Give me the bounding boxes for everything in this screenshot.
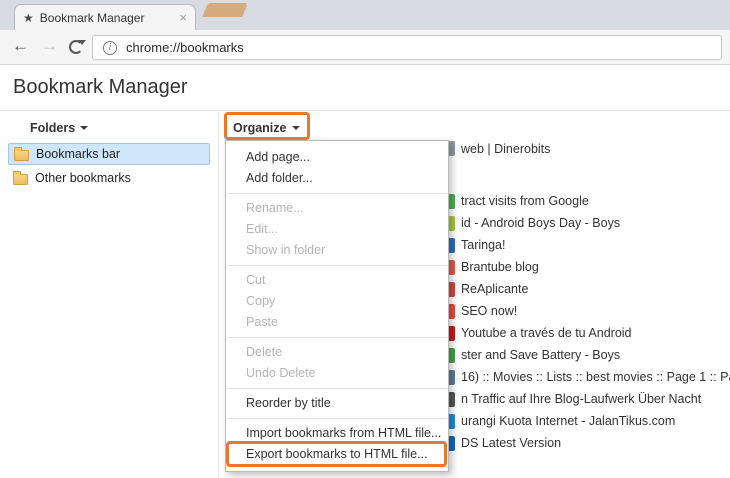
browser-window: ★ Bookmark Manager × ← → i chrome://book… <box>0 0 730 478</box>
tab-close-icon[interactable]: × <box>179 11 187 24</box>
refresh-button[interactable] <box>69 40 83 54</box>
menu-item-import-bookmarks[interactable]: Import bookmarks from HTML file... <box>226 423 448 444</box>
menu-separator <box>227 337 447 338</box>
sidebar-item-other-bookmarks[interactable]: Other bookmarks <box>8 167 210 189</box>
menu-item-delete: Delete <box>226 342 448 363</box>
bookmark-item[interactable]: Youtube a través de tu Android <box>440 322 730 344</box>
bookmark-item[interactable]: Brantube blog <box>440 256 730 278</box>
bookmark-list: tract visits from Google id - Android Bo… <box>440 190 730 454</box>
sidebar-item-bookmarks-bar[interactable]: Bookmarks bar <box>8 143 210 165</box>
bookmark-item[interactable]: ReAplicante <box>440 278 730 300</box>
menu-separator <box>227 388 447 389</box>
menu-item-rename: Rename... <box>226 198 448 219</box>
tab-stub <box>202 3 248 17</box>
bookmark-title: tract visits from Google <box>461 194 589 208</box>
menu-item-paste: Paste <box>226 312 448 333</box>
menu-item-show-in-folder: Show in folder <box>226 240 448 261</box>
bookmark-title: Brantube blog <box>461 260 539 274</box>
bookmark-title: SEO now! <box>461 304 517 318</box>
menu-item-add-page[interactable]: Add page... <box>226 147 448 168</box>
bookmark-title: id - Android Boys Day - Boys <box>461 216 620 230</box>
page-title: Bookmark Manager <box>13 76 188 99</box>
back-button[interactable]: ← <box>12 36 29 56</box>
tab-title: Bookmark Manager <box>40 11 174 25</box>
chevron-down-icon <box>292 126 300 130</box>
menu-item-export-bookmarks[interactable]: Export bookmarks to HTML file... <box>226 444 448 465</box>
chevron-down-icon <box>80 126 88 130</box>
menu-item-reorder-by-title[interactable]: Reorder by title <box>226 393 448 414</box>
organize-menu: Add page... Add folder... Rename... Edit… <box>225 140 449 472</box>
organize-dropdown[interactable]: Organize <box>233 121 300 135</box>
bookmark-item[interactable]: tract visits from Google <box>440 190 730 212</box>
bookmark-item[interactable]: ster and Save Battery - Boys <box>440 344 730 366</box>
folders-dropdown[interactable]: Folders <box>30 121 88 135</box>
forward-button[interactable]: → <box>41 36 58 56</box>
bookmark-title: 16) :: Movies :: Lists :: best movies ::… <box>461 370 730 384</box>
bookmark-item[interactable]: SEO now! <box>440 300 730 322</box>
bookmark-title: Youtube a través de tu Android <box>461 326 632 340</box>
tab-bookmark-manager[interactable]: ★ Bookmark Manager × <box>14 4 196 30</box>
info-icon[interactable]: i <box>103 41 117 55</box>
bookmark-item[interactable]: urangi Kuota Internet - JalanTikus.com <box>440 410 730 432</box>
bookmark-title: ster and Save Battery - Boys <box>461 348 620 362</box>
bookmark-item[interactable]: Taringa! <box>440 234 730 256</box>
sidebar-item-label: Bookmarks bar <box>36 147 120 161</box>
bookmark-title: urangi Kuota Internet - JalanTikus.com <box>461 414 675 428</box>
bookmark-item[interactable]: id - Android Boys Day - Boys <box>440 212 730 234</box>
bookmark-item[interactable]: DS Latest Version <box>440 432 730 454</box>
menu-item-add-folder[interactable]: Add folder... <box>226 168 448 189</box>
bookmark-item[interactable]: 16) :: Movies :: Lists :: best movies ::… <box>440 366 730 388</box>
menu-item-cut: Cut <box>226 270 448 291</box>
sidebar-divider <box>218 111 219 478</box>
menu-item-undo-delete: Undo Delete <box>226 363 448 384</box>
menu-item-edit: Edit... <box>226 219 448 240</box>
menu-separator <box>227 418 447 419</box>
menu-separator <box>227 265 447 266</box>
header-divider <box>0 110 730 111</box>
bookmark-title: DS Latest Version <box>461 436 561 450</box>
bookmark-item[interactable]: n Traffic auf Ihre Blog-Laufwerk Über Na… <box>440 388 730 410</box>
folders-label: Folders <box>30 121 75 135</box>
star-favicon-icon: ★ <box>23 12 34 24</box>
menu-separator <box>227 193 447 194</box>
url-text: chrome://bookmarks <box>126 40 244 55</box>
organize-label: Organize <box>233 121 287 135</box>
bookmark-item[interactable]: web | Dinerobits <box>440 138 550 159</box>
folder-icon <box>14 150 29 161</box>
address-bar[interactable]: i chrome://bookmarks <box>92 35 722 60</box>
navigation-bar: ← → i chrome://bookmarks <box>0 30 730 65</box>
tab-strip: ★ Bookmark Manager × <box>0 0 730 30</box>
bookmark-title: n Traffic auf Ihre Blog-Laufwerk Über Na… <box>461 392 701 406</box>
menu-item-copy: Copy <box>226 291 448 312</box>
bookmark-title: web | Dinerobits <box>461 142 550 156</box>
bookmark-title: ReAplicante <box>461 282 528 296</box>
sidebar-item-label: Other bookmarks <box>35 171 131 185</box>
folder-icon <box>13 174 28 185</box>
bookmark-title: Taringa! <box>461 238 505 252</box>
